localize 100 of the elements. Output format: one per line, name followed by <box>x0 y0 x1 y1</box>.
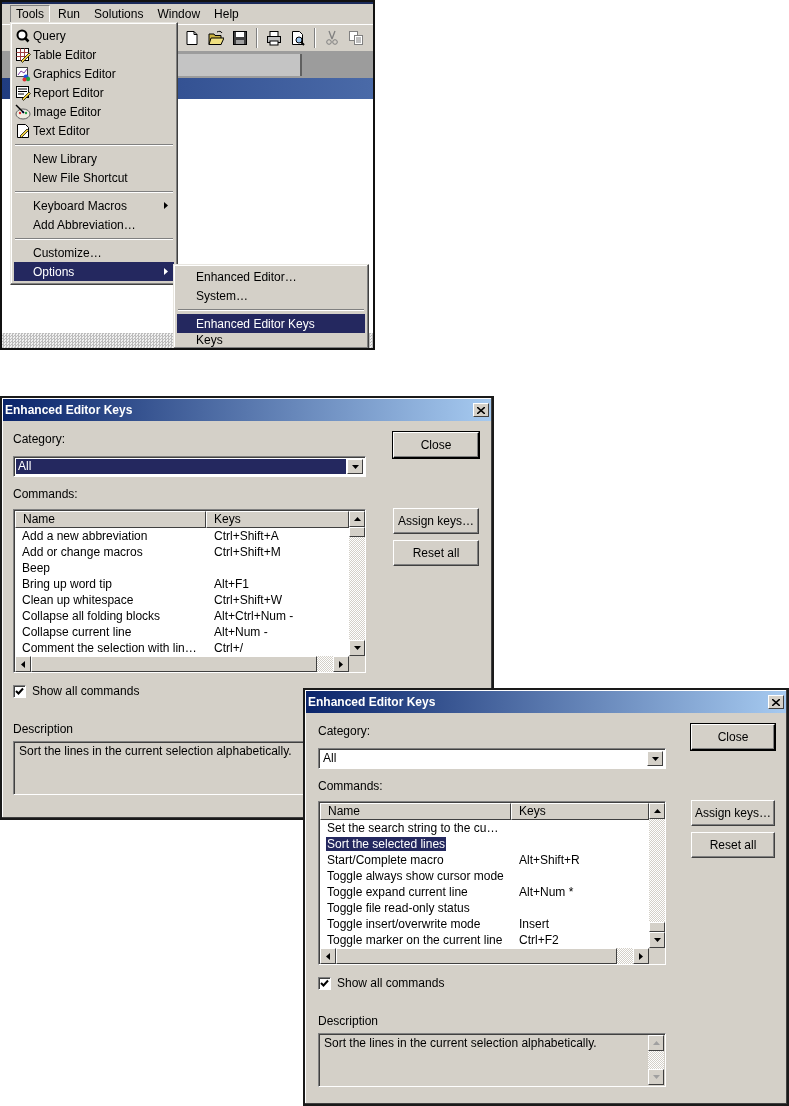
checkbox[interactable] <box>318 976 331 990</box>
table-cell: Alt+Num - <box>213 625 269 639</box>
table-cell[interactable]: Clean up whitespace <box>21 593 135 607</box>
checkbox-label[interactable]: Show all commands <box>32 684 140 698</box>
up-arrow-icon <box>652 1041 660 1045</box>
scrollbar-corner <box>649 948 665 964</box>
dialog-button[interactable]: Close <box>393 432 479 458</box>
menu-item[interactable]: Graphics Editor <box>14 64 174 83</box>
checkbox-label[interactable]: Show all commands <box>337 976 445 990</box>
table-cell[interactable]: Collapse all folding blocks <box>21 609 162 623</box>
left-arrow-icon <box>326 952 330 960</box>
dialog-button[interactable]: Reset all <box>393 540 479 566</box>
table-cell[interactable]: Beep <box>21 561 52 575</box>
menu-item[interactable]: Text Editor <box>14 121 174 140</box>
field-label: Category: <box>318 724 371 738</box>
menu-item[interactable]: Keys <box>177 333 365 348</box>
close-icon <box>477 406 485 414</box>
window-title: Enhanced Editor Keys <box>5 403 134 417</box>
down-arrow-icon <box>353 646 361 650</box>
page-pencil-icon <box>15 122 31 139</box>
table-cell[interactable]: Toggle always show cursor mode <box>326 869 505 883</box>
copy-icon <box>348 30 364 46</box>
menu-item[interactable]: Customize… <box>14 243 174 262</box>
table-cell: Ctrl+Shift+A <box>213 529 280 543</box>
vertical-scrollbar[interactable] <box>349 511 365 656</box>
column-header[interactable]: Name <box>15 511 206 528</box>
table-cell: Ctrl+/ <box>213 641 244 655</box>
menu-bar-item[interactable]: Help <box>208 4 245 24</box>
right-arrow-icon <box>339 660 343 668</box>
menu-item[interactable]: Report Editor <box>14 83 174 102</box>
table-cell: Alt+Shift+R <box>518 853 581 867</box>
scroll-thumb[interactable] <box>349 527 365 537</box>
scroll-thumb[interactable] <box>649 922 665 932</box>
table-cell: Ctrl+Shift+W <box>213 593 283 607</box>
printer-icon <box>266 30 282 46</box>
menu-item[interactable]: Enhanced Editor… <box>177 267 365 286</box>
column-header[interactable]: Keys <box>206 511 349 528</box>
menu-item[interactable]: Add Abbreviation… <box>14 215 174 234</box>
vertical-scrollbar[interactable] <box>649 803 665 948</box>
table-cell: Alt+Num * <box>518 885 575 899</box>
right-arrow-icon <box>639 952 643 960</box>
menu-item[interactable]: System… <box>177 286 365 305</box>
table-cell[interactable]: Toggle marker on the current line <box>326 933 504 947</box>
dialog-button[interactable]: Reset all <box>691 832 775 858</box>
menu-item[interactable]: New Library <box>14 149 174 168</box>
dialog-button[interactable]: Close <box>691 724 775 750</box>
dialog-button[interactable]: Assign keys… <box>393 508 479 534</box>
table-cell: Alt+F1 <box>213 577 250 591</box>
table-cell[interactable]: Sort the selected lines <box>326 837 447 851</box>
down-arrow-icon <box>652 1075 660 1079</box>
table-pencil-icon <box>15 46 31 63</box>
category-dropdown[interactable]: All <box>318 748 666 769</box>
column-header[interactable]: Keys <box>511 803 649 820</box>
up-arrow-icon <box>653 809 661 813</box>
menu-item[interactable]: Keyboard Macros <box>14 196 174 215</box>
checkbox[interactable] <box>13 684 26 698</box>
save-icon <box>232 30 248 46</box>
menu-item[interactable]: Options <box>14 262 174 281</box>
menu-item[interactable]: Image Editor <box>14 102 174 121</box>
close-button[interactable] <box>768 695 784 709</box>
palette-icon <box>15 103 31 120</box>
menu-bar-item[interactable]: Run <box>52 4 87 24</box>
table-cell[interactable]: Set the search string to the cu… <box>326 821 500 835</box>
print-preview-icon <box>290 30 306 46</box>
down-arrow-icon <box>653 938 661 942</box>
menu-item[interactable]: Query <box>14 26 174 45</box>
table-cell[interactable]: Comment the selection with lin… <box>21 641 198 655</box>
table-cell[interactable]: Toggle expand current line <box>326 885 469 899</box>
field-label: Commands: <box>13 487 78 501</box>
table-cell[interactable]: Collapse current line <box>21 625 133 639</box>
dropdown-button[interactable] <box>347 459 363 474</box>
menu-item[interactable]: New File Shortcut <box>14 168 174 187</box>
menu-bar-item[interactable]: Solutions <box>88 4 150 24</box>
table-cell[interactable]: Toggle insert/overwrite mode <box>326 917 482 931</box>
table-cell[interactable]: Start/Complete macro <box>326 853 445 867</box>
category-dropdown[interactable]: All <box>13 456 366 477</box>
table-cell[interactable]: Add a new abbreviation <box>21 529 149 543</box>
menu-item[interactable]: Enhanced Editor Keys <box>177 314 365 333</box>
field-label: Category: <box>13 432 66 446</box>
menu-bar-item[interactable]: Window <box>151 4 207 24</box>
open-folder-icon <box>208 30 224 46</box>
table-cell[interactable]: Toggle file read-only status <box>326 901 471 915</box>
down-arrow-icon <box>651 756 659 761</box>
new-file-icon <box>184 30 200 46</box>
scrollbar-corner <box>349 656 365 672</box>
up-arrow-icon <box>353 517 361 521</box>
field-label: Description <box>318 1014 379 1028</box>
table-cell[interactable]: Add or change macros <box>21 545 144 559</box>
table-cell: Ctrl+F2 <box>518 933 560 947</box>
left-arrow-icon <box>21 660 25 668</box>
close-icon <box>772 698 780 706</box>
column-header[interactable]: Name <box>320 803 511 820</box>
dialog-button[interactable]: Assign keys… <box>691 800 775 826</box>
table-cell: Ctrl+Shift+M <box>213 545 282 559</box>
menu-item[interactable]: Table Editor <box>14 45 174 64</box>
close-button[interactable] <box>473 403 489 417</box>
table-cell[interactable]: Bring up word tip <box>21 577 114 591</box>
scissors-icon <box>324 30 340 46</box>
dropdown-button[interactable] <box>647 751 663 766</box>
table-cell: Insert <box>518 917 550 931</box>
